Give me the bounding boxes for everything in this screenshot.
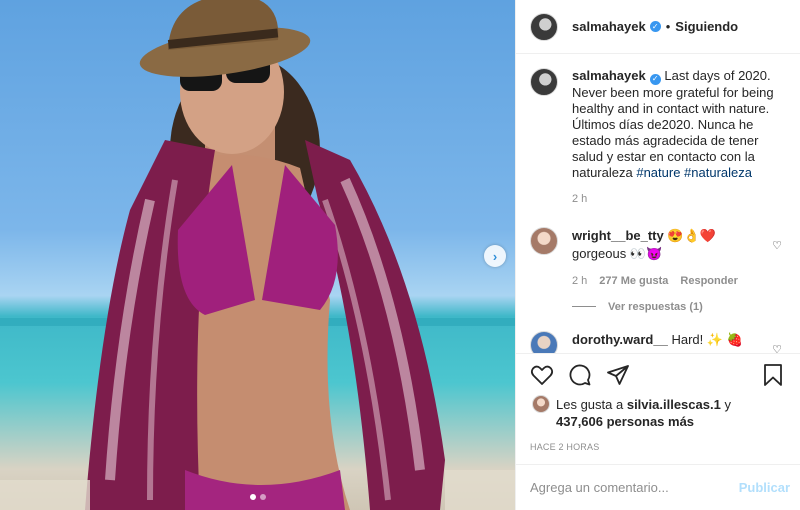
comment-bubble-icon[interactable] bbox=[568, 363, 592, 387]
liker-avatar[interactable] bbox=[532, 395, 550, 413]
comment-like-heart-icon[interactable]: ♡ bbox=[772, 239, 782, 252]
caption-time: 2 h bbox=[572, 192, 588, 205]
likes-summary: Les gusta a silvia.illescas.1 y 437,606 … bbox=[516, 395, 800, 430]
carousel-dot bbox=[260, 494, 266, 500]
post-header: salmahayek ✓ • Siguiendo bbox=[516, 0, 800, 54]
commenter-avatar[interactable] bbox=[530, 226, 558, 255]
commenter-avatar[interactable] bbox=[530, 330, 558, 353]
comment-text: Hard! ✨ 🍓 bbox=[671, 331, 743, 347]
verified-badge-icon: ✓ bbox=[649, 73, 661, 85]
author-username[interactable]: salmahayek bbox=[572, 19, 646, 34]
likes-connector: y bbox=[724, 397, 731, 412]
post-actions-bar bbox=[516, 354, 800, 396]
caption-author-username[interactable]: salmahayek bbox=[572, 68, 646, 83]
comment-like-heart-icon[interactable]: ♡ bbox=[772, 343, 782, 354]
replies-divider bbox=[572, 306, 596, 307]
add-comment-bar: Publicar bbox=[516, 464, 800, 510]
post-photo[interactable]: › bbox=[0, 0, 515, 510]
view-replies-label: Ver respuestas (1) bbox=[608, 300, 703, 313]
comments-section[interactable]: salmahayek ✓ Last days of 2020. Never bee… bbox=[516, 54, 800, 354]
photo-scene bbox=[0, 0, 515, 510]
following-button[interactable]: Siguiendo bbox=[675, 19, 738, 34]
carousel-indicator bbox=[250, 494, 266, 500]
comment-emoji: 😍👌❤️ bbox=[667, 227, 716, 243]
publish-button[interactable]: Publicar bbox=[739, 480, 790, 495]
commenter-username[interactable]: wright__be_tty bbox=[572, 228, 664, 243]
comment-item: wright__be_tty 😍👌❤️ gorgeous 👀😈 2 h 277 … bbox=[530, 226, 784, 287]
caption-author-avatar[interactable] bbox=[530, 68, 558, 96]
share-paper-plane-icon[interactable] bbox=[606, 363, 630, 387]
comment-input[interactable] bbox=[530, 480, 739, 495]
post-caption: salmahayek ✓ Last days of 2020. Never bee… bbox=[530, 68, 784, 205]
caption-hashtags[interactable]: #nature #naturaleza bbox=[636, 165, 752, 180]
comment-text: gorgeous 👀😈 bbox=[572, 245, 663, 261]
caption-text: Last days of 2020. Never been more grate… bbox=[572, 68, 774, 180]
save-bookmark-icon[interactable] bbox=[762, 363, 784, 387]
carousel-next-button[interactable]: › bbox=[484, 245, 506, 267]
carousel-dot-active bbox=[250, 494, 256, 500]
like-heart-icon[interactable] bbox=[530, 363, 554, 387]
view-replies-button[interactable]: Ver respuestas (1) bbox=[572, 301, 784, 313]
header-separator: • bbox=[665, 19, 671, 34]
post-details-panel: salmahayek ✓ • Siguiendo salmahayek ✓ Las… bbox=[515, 0, 800, 510]
author-avatar[interactable] bbox=[530, 12, 558, 41]
verified-badge-icon: ✓ bbox=[649, 21, 661, 32]
post-timestamp[interactable]: HACE 2 HORAS bbox=[516, 430, 800, 452]
commenter-username[interactable]: dorothy.ward__ bbox=[572, 332, 668, 347]
liker-username[interactable]: silvia.illescas.1 bbox=[627, 397, 721, 412]
reply-button[interactable]: Responder bbox=[680, 275, 737, 287]
post-modal: › salmahayek ✓ • Siguiendo salmahayek ✓ L… bbox=[0, 0, 800, 510]
likes-count[interactable]: 437,606 personas más bbox=[556, 414, 694, 429]
comment-item: dorothy.ward__ Hard! ✨ 🍓 ♡ bbox=[530, 330, 784, 354]
comment-meta: 2 h 277 Me gusta Responder bbox=[572, 275, 762, 287]
likes-prefix: Les gusta a bbox=[556, 397, 624, 412]
comment-likes-count[interactable]: 277 Me gusta bbox=[599, 275, 668, 287]
comment-time: 2 h bbox=[572, 274, 588, 287]
